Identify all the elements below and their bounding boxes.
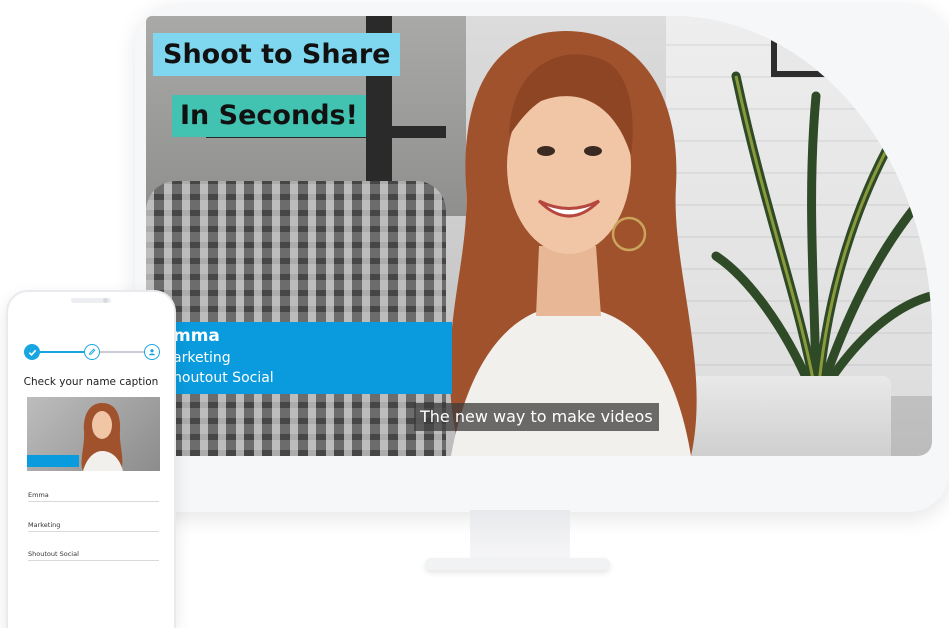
monitor-stand-base — [425, 558, 610, 570]
caption-company: houtout Social — [173, 370, 274, 386]
headline-line-2: In Seconds! — [172, 95, 366, 137]
video-subtitle: The new way to make videos — [414, 403, 659, 431]
caption-name: mma — [173, 326, 220, 346]
check-icon[interactable] — [24, 344, 40, 360]
headline-line-1: Shoot to Share — [153, 33, 401, 76]
phone-device: Check your name caption Emma Marketing S… — [8, 292, 174, 628]
phone-camera — [103, 298, 108, 303]
field-underline — [28, 560, 159, 561]
edit-icon[interactable] — [84, 344, 100, 360]
role-field[interactable]: Marketing — [28, 521, 60, 529]
caption-role: arketing — [173, 350, 231, 366]
stepper-connector — [100, 351, 144, 353]
company-field[interactable]: Shoutout Social — [28, 550, 79, 558]
thumbnail-presenter-image — [81, 403, 123, 471]
field-underline — [28, 501, 159, 502]
user-icon[interactable] — [144, 344, 160, 360]
name-caption-overlay: mma arketing houtout Social — [146, 322, 452, 394]
phone-video-thumbnail[interactable] — [27, 397, 160, 471]
field-underline — [28, 531, 159, 532]
thumbnail-caption-bar — [27, 455, 79, 467]
progress-stepper — [22, 342, 162, 364]
name-field[interactable]: Emma — [28, 491, 49, 499]
stepper-connector — [40, 351, 84, 353]
monitor-stand — [470, 510, 570, 562]
phone-step-title: Check your name caption — [23, 376, 159, 388]
